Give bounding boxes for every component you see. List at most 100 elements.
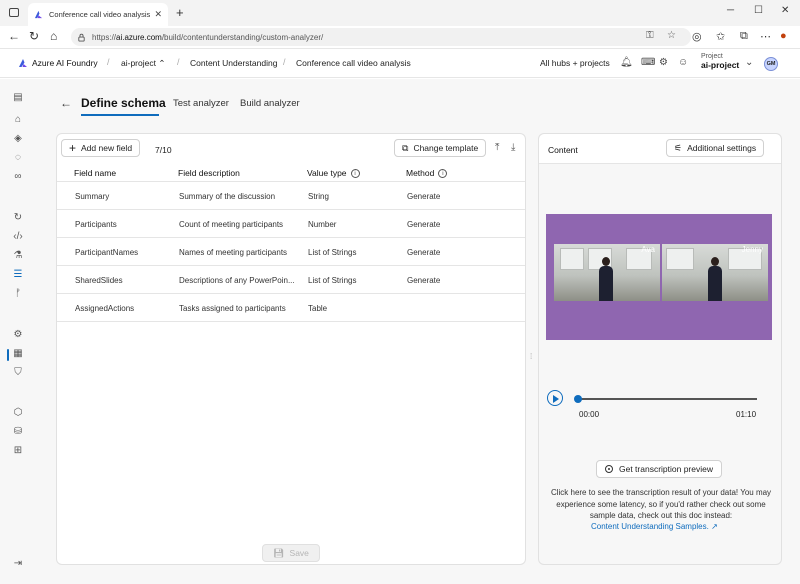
favorite-star-icon[interactable]: ☆ — [667, 30, 676, 41]
copilot-extension-icon[interactable]: ◎ — [692, 30, 702, 43]
breadcrumb-separator: / — [107, 57, 110, 67]
table-row[interactable]: SharedSlides Descriptions of any PowerPo… — [57, 266, 525, 294]
back-icon[interactable]: ← — [8, 29, 20, 43]
speaker-frame-left: Ava — [554, 244, 660, 301]
copilot-icon[interactable]: ● — [780, 30, 787, 42]
content-understanding-icon[interactable]: ☰ — [12, 269, 24, 281]
models-cube-icon[interactable]: ⬡ — [12, 407, 24, 419]
collapse-menu-icon[interactable]: ▤ — [12, 92, 24, 104]
tab-close-icon[interactable]: ✕ — [154, 9, 162, 20]
azure-favicon-icon — [34, 10, 43, 19]
project-chevron-down-icon[interactable]: ⌄ — [745, 57, 753, 68]
home-nav-icon[interactable]: ⌂ — [12, 114, 24, 126]
field-description: Count of meeting participants — [179, 220, 284, 229]
brand[interactable]: Azure AI Foundry — [18, 58, 98, 68]
model-catalog-icon[interactable]: ◈ — [12, 133, 24, 145]
field-count: 7/10 — [155, 145, 172, 155]
breadcrumb-section[interactable]: Content Understanding — [190, 58, 277, 68]
speaker-label: Jenny — [741, 245, 763, 254]
prompt-flow-icon[interactable]: ᚠ — [12, 288, 24, 300]
transcription-label: Get transcription preview — [618, 464, 713, 474]
seek-bar[interactable] — [577, 398, 757, 400]
data-icon[interactable]: ⛁ — [12, 426, 24, 438]
change-template-button[interactable]: ⧉ Change template — [394, 139, 487, 157]
table-row[interactable]: AssignedActions Tasks assigned to partic… — [57, 294, 525, 322]
collections-icon[interactable]: ⧉ — [740, 30, 748, 43]
method: Generate — [407, 248, 441, 257]
speaker-person — [706, 257, 724, 301]
code-icon[interactable]: ‹/› — [12, 231, 24, 243]
flask-icon[interactable]: ⚗ — [12, 250, 24, 262]
play-icon — [553, 394, 559, 403]
project-label: Project — [701, 53, 723, 60]
breadcrumb-page: Conference call video analysis — [296, 58, 411, 68]
settings-gear-icon[interactable]: ⚙ — [659, 57, 668, 68]
record-icon — [604, 465, 613, 473]
tracing-icon[interactable]: ⚙ — [12, 329, 24, 341]
home-icon[interactable]: ⌂ — [50, 29, 57, 43]
field-name: Participants — [75, 220, 117, 229]
field-name: AssignedActions — [75, 304, 135, 313]
video-player[interactable]: Ava Jenny — [546, 214, 772, 340]
tab-define-schema[interactable]: Define schema — [81, 96, 166, 110]
column-field-name: Field name — [74, 168, 117, 178]
seek-handle[interactable] — [574, 395, 582, 403]
chat-icon[interactable]: ◌ — [12, 152, 24, 164]
refresh-icon[interactable]: ↻ — [29, 29, 39, 43]
key-icon[interactable]: ⚿ — [646, 30, 654, 41]
project-selector[interactable]: Project ai-project — [701, 53, 739, 70]
table-row[interactable]: ParticipantNames Names of meeting partic… — [57, 238, 525, 266]
tab-title: Conference call video analysis - A — [49, 10, 151, 19]
current-time: 00:00 — [579, 410, 600, 419]
help-text: Click here to see the transcription resu… — [550, 488, 772, 520]
info-icon[interactable]: i — [438, 168, 448, 178]
table-row[interactable]: Participants Count of meeting participan… — [57, 210, 525, 238]
browser-tab[interactable]: Conference call video analysis - A ✕ — [28, 3, 168, 26]
smiley-icon[interactable]: ☺ — [678, 57, 688, 68]
play-button[interactable] — [547, 390, 563, 406]
back-arrow-icon[interactable]: ← — [60, 96, 72, 110]
minimize-icon[interactable]: ─ — [727, 5, 734, 16]
maximize-icon[interactable]: ☐ — [754, 5, 763, 16]
management-icon[interactable]: ⊞ — [12, 445, 24, 457]
additional-settings-button[interactable]: ⚟ Additional settings — [666, 139, 765, 157]
notifications-bell-icon[interactable]: 🔔︎ — [620, 57, 633, 68]
office-window — [666, 248, 694, 270]
sign-out-icon[interactable]: ⇥ — [12, 558, 24, 570]
save-label: Save — [289, 548, 309, 558]
method: Generate — [407, 220, 441, 229]
tab-test-analyzer[interactable]: Test analyzer — [173, 98, 229, 109]
all-hubs-link[interactable]: All hubs + projects — [540, 58, 610, 68]
get-transcription-preview-button[interactable]: Get transcription preview — [596, 460, 722, 478]
safety-shield-icon[interactable]: ⛉ — [12, 367, 24, 379]
favorites-icon[interactable]: ✩ — [716, 30, 725, 43]
table-row[interactable]: Summary Summary of the discussion String… — [57, 182, 525, 210]
office-window — [560, 248, 584, 270]
column-method: Method i — [406, 168, 448, 178]
field-name: Summary — [75, 192, 110, 201]
upload-schema-icon[interactable]: ⤒ — [495, 142, 499, 153]
download-schema-icon[interactable]: ⤓ — [511, 142, 515, 153]
save-button[interactable]: 💾︎ Save — [262, 544, 320, 562]
info-icon[interactable]: i — [350, 168, 360, 178]
avatar[interactable]: GM — [764, 57, 778, 71]
address-bar-row: ← ↻ ⌂ https://ai.azure.com/build/content… — [0, 26, 800, 48]
add-new-field-button[interactable]: + Add new field — [61, 139, 141, 157]
tab-build-analyzer[interactable]: Build analyzer — [240, 98, 300, 109]
samples-link[interactable]: Content Understanding Samples. ↗ — [591, 522, 718, 531]
agents-icon[interactable]: ∞ — [12, 171, 24, 183]
tuning-icon[interactable]: ↻ — [12, 212, 24, 224]
active-tab-underline — [81, 114, 159, 116]
url-input[interactable]: https://ai.azure.com/build/contentunders… — [71, 28, 691, 46]
total-time: 01:10 — [736, 410, 757, 419]
more-icon[interactable]: ⋯ — [760, 30, 771, 43]
breadcrumb-separator: / — [283, 57, 286, 67]
window-close-icon[interactable]: ✕ — [781, 5, 789, 16]
monitoring-icon[interactable]: ▦ — [12, 348, 24, 360]
value-type: List of Strings — [308, 276, 357, 285]
breadcrumb-hub[interactable]: ai-project ⌃ — [121, 58, 165, 69]
panel-resize-handle[interactable]: ⁞ — [530, 352, 532, 361]
feedback-icon[interactable]: ⌨︎ — [641, 57, 655, 68]
new-tab-icon[interactable]: + — [176, 5, 184, 20]
tab-actions-icon[interactable] — [9, 8, 19, 17]
